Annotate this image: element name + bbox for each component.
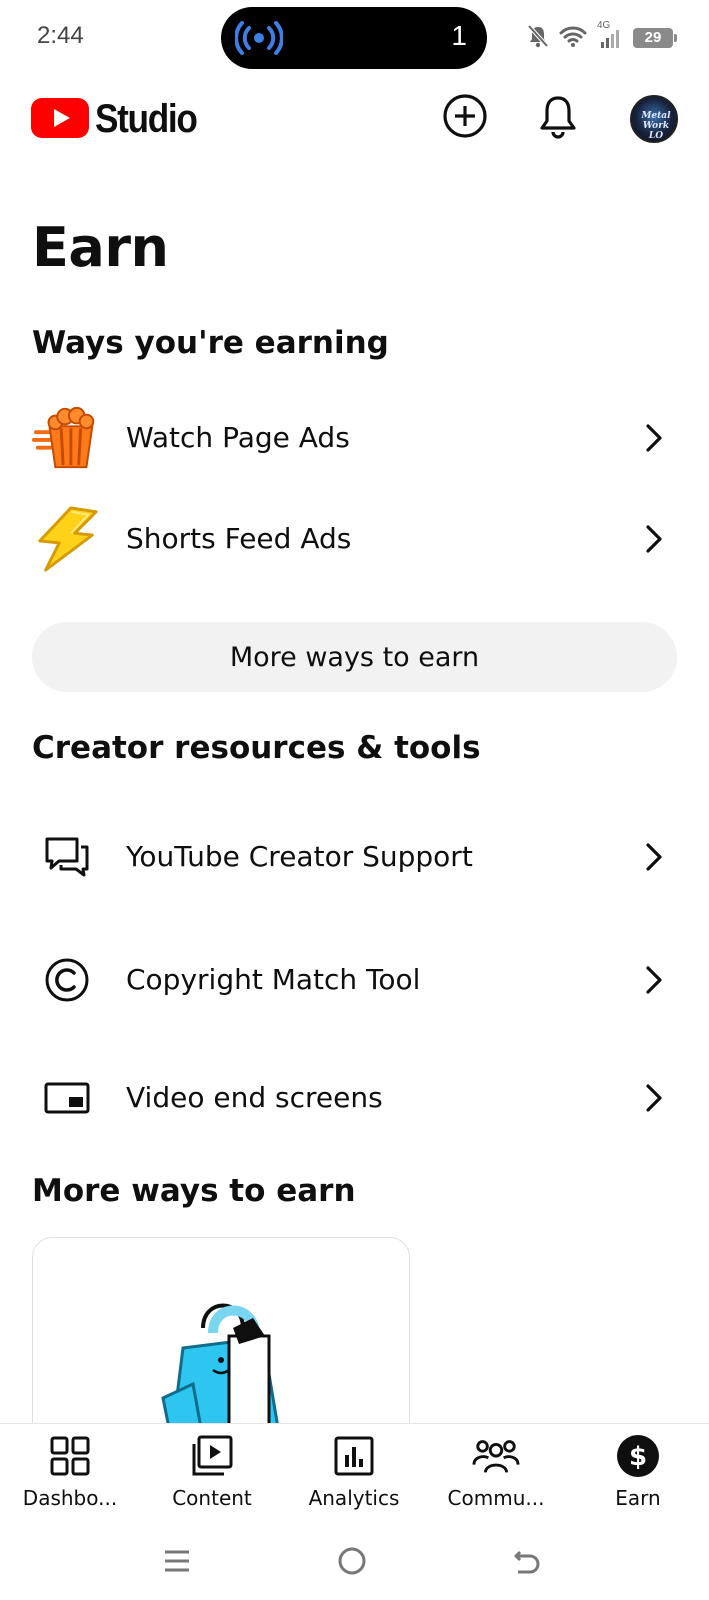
battery-icon: 29 <box>633 28 677 48</box>
live-activity-pill[interactable]: 1 <box>221 7 487 69</box>
resources-section-title: Creator resources & tools <box>32 730 481 766</box>
chevron-right-icon <box>640 962 668 998</box>
menu-lines-icon <box>163 1547 191 1579</box>
chat-bubbles-icon <box>32 822 102 892</box>
popcorn-icon <box>32 403 102 473</box>
nav-label: Content <box>172 1486 252 1510</box>
add-circle-icon <box>442 93 488 143</box>
nav-label: Commu... <box>447 1486 545 1510</box>
page-title: Earn <box>32 216 169 279</box>
nav-earn[interactable]: $ Earn <box>573 1432 703 1522</box>
video-end-screens-row[interactable]: Video end screens <box>0 1053 709 1143</box>
nav-label: Analytics <box>308 1486 400 1510</box>
nav-content[interactable]: Content <box>147 1432 277 1522</box>
nav-dashboard[interactable]: Dashbo... <box>5 1432 135 1522</box>
earn-icon: $ <box>614 1432 662 1480</box>
chevron-right-icon <box>640 1080 668 1116</box>
copyright-match-tool-row[interactable]: Copyright Match Tool <box>0 935 709 1025</box>
chevron-right-icon <box>640 839 668 875</box>
studio-logo[interactable]: Studio <box>31 97 210 142</box>
community-icon <box>472 1432 520 1480</box>
svg-text:$: $ <box>629 1442 647 1472</box>
earning-section-title: Ways you're earning <box>32 325 389 361</box>
shopping-bag-illustration-icon <box>143 1288 303 1432</box>
avatar[interactable]: Metal Work LO <box>630 95 678 143</box>
system-navigation-bar <box>0 1523 709 1600</box>
copyright-match-tool-label: Copyright Match Tool <box>126 963 421 996</box>
more-ways-to-earn-button[interactable]: More ways to earn <box>32 622 677 692</box>
recents-button[interactable] <box>157 1543 197 1583</box>
shorts-feed-ads-row[interactable]: Shorts Feed Ads <box>0 494 709 584</box>
content-icon <box>188 1432 236 1480</box>
wifi-icon <box>559 25 587 51</box>
home-button[interactable] <box>332 1543 372 1583</box>
chevron-right-icon <box>640 420 668 456</box>
bell-icon <box>537 93 579 143</box>
app-header: Studio Metal Work LO <box>0 82 709 154</box>
dashboard-icon <box>46 1432 94 1480</box>
app-name: Studio <box>95 97 198 141</box>
end-screen-icon <box>32 1063 102 1133</box>
bottom-navigation: Dashbo... Content Analytics Commu... $ E… <box>0 1423 709 1523</box>
copyright-icon <box>32 945 102 1015</box>
watch-page-ads-label: Watch Page Ads <box>126 421 350 454</box>
nav-community[interactable]: Commu... <box>431 1432 561 1522</box>
more-ways-section-title: More ways to earn <box>32 1173 356 1209</box>
pill-count: 1 <box>451 20 467 51</box>
creator-support-row[interactable]: YouTube Creator Support <box>0 812 709 902</box>
home-circle-icon <box>337 1546 367 1580</box>
back-button[interactable] <box>507 1543 547 1583</box>
chevron-right-icon <box>640 521 668 557</box>
nav-label: Dashbo... <box>22 1486 118 1510</box>
back-arrow-icon <box>512 1546 542 1580</box>
video-end-screens-label: Video end screens <box>126 1081 383 1114</box>
avatar-logo-text: Metal Work LO <box>641 111 671 141</box>
bell-muted-icon <box>527 24 549 52</box>
notifications-button[interactable] <box>534 94 582 142</box>
watch-page-ads-row[interactable]: Watch Page Ads <box>0 393 709 483</box>
status-time: 2:44 <box>37 22 84 49</box>
nav-label: Earn <box>615 1486 661 1510</box>
lightning-icon <box>32 504 102 574</box>
youtube-logo-icon <box>31 97 89 142</box>
shorts-feed-ads-label: Shorts Feed Ads <box>126 522 352 555</box>
creator-support-label: YouTube Creator Support <box>126 840 473 873</box>
nav-analytics[interactable]: Analytics <box>289 1432 419 1522</box>
status-icons: 4G 29 <box>527 20 677 52</box>
analytics-icon <box>330 1432 378 1480</box>
cellular-icon: 4G <box>597 20 623 50</box>
broadcast-icon <box>234 21 284 59</box>
status-bar: 2:44 1 4G 29 <box>0 0 709 76</box>
create-button[interactable] <box>441 94 489 142</box>
